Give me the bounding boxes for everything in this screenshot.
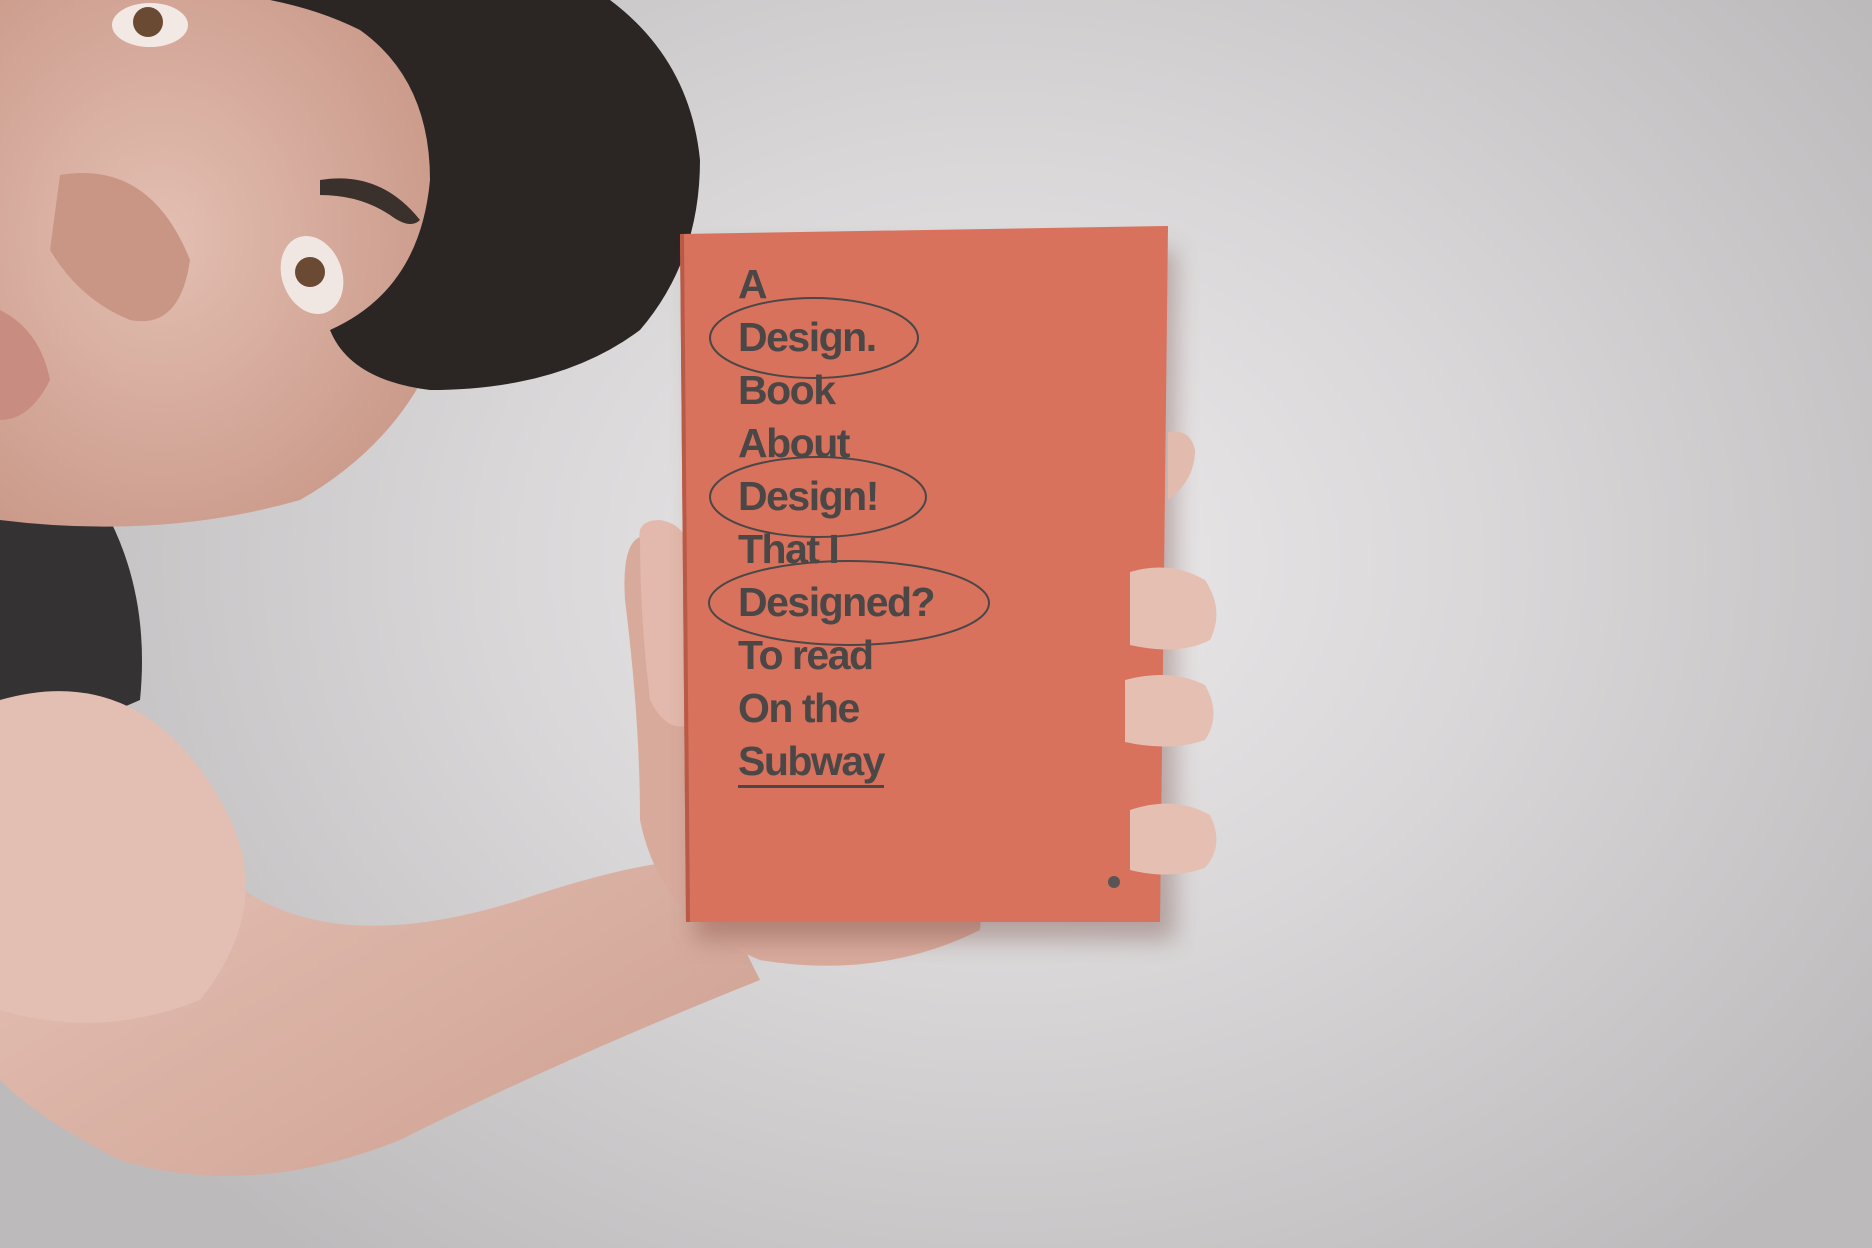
scene-illustration [0,0,1217,1176]
title-line: About [738,420,850,466]
finger-3 [1130,803,1217,875]
finger-2 [1125,675,1214,747]
title-line: Book [738,367,836,413]
iris-top [133,7,163,37]
title-line-underlined: Subway [738,735,934,788]
title-line: On the [738,685,860,731]
title-line: That I [738,526,840,572]
title-line-circled: Design. [738,314,877,360]
title-line: To read [738,632,874,678]
photo-scene: A Design. Book About Design! That I Desi… [0,0,1872,1248]
title-line: A [738,261,768,307]
title-line-circled: Designed? [738,579,936,625]
book-mark [1108,876,1120,888]
finger-1 [1130,567,1217,650]
title-line-circled: Design! [738,473,879,519]
arm-upper [0,691,246,1023]
iris-right [295,257,325,287]
book-title: A Design. Book About Design! That I Desi… [738,258,936,788]
finger-top [1168,431,1195,500]
